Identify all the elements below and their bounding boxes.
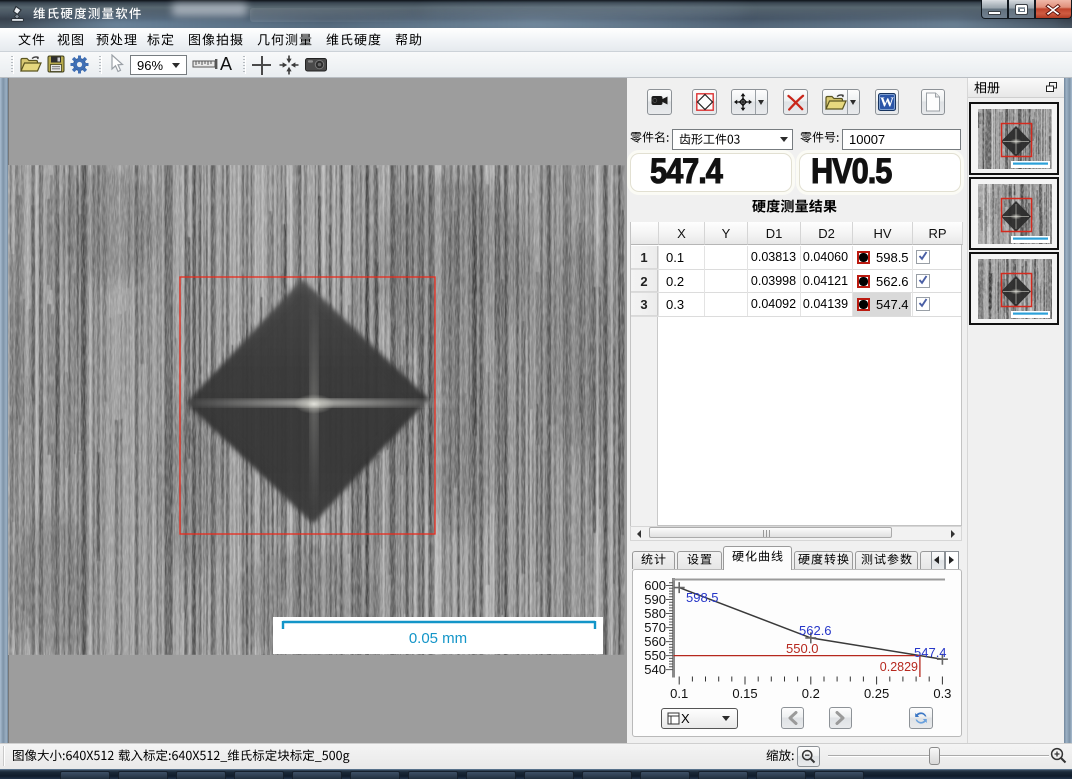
svg-text:W: W bbox=[880, 96, 894, 111]
